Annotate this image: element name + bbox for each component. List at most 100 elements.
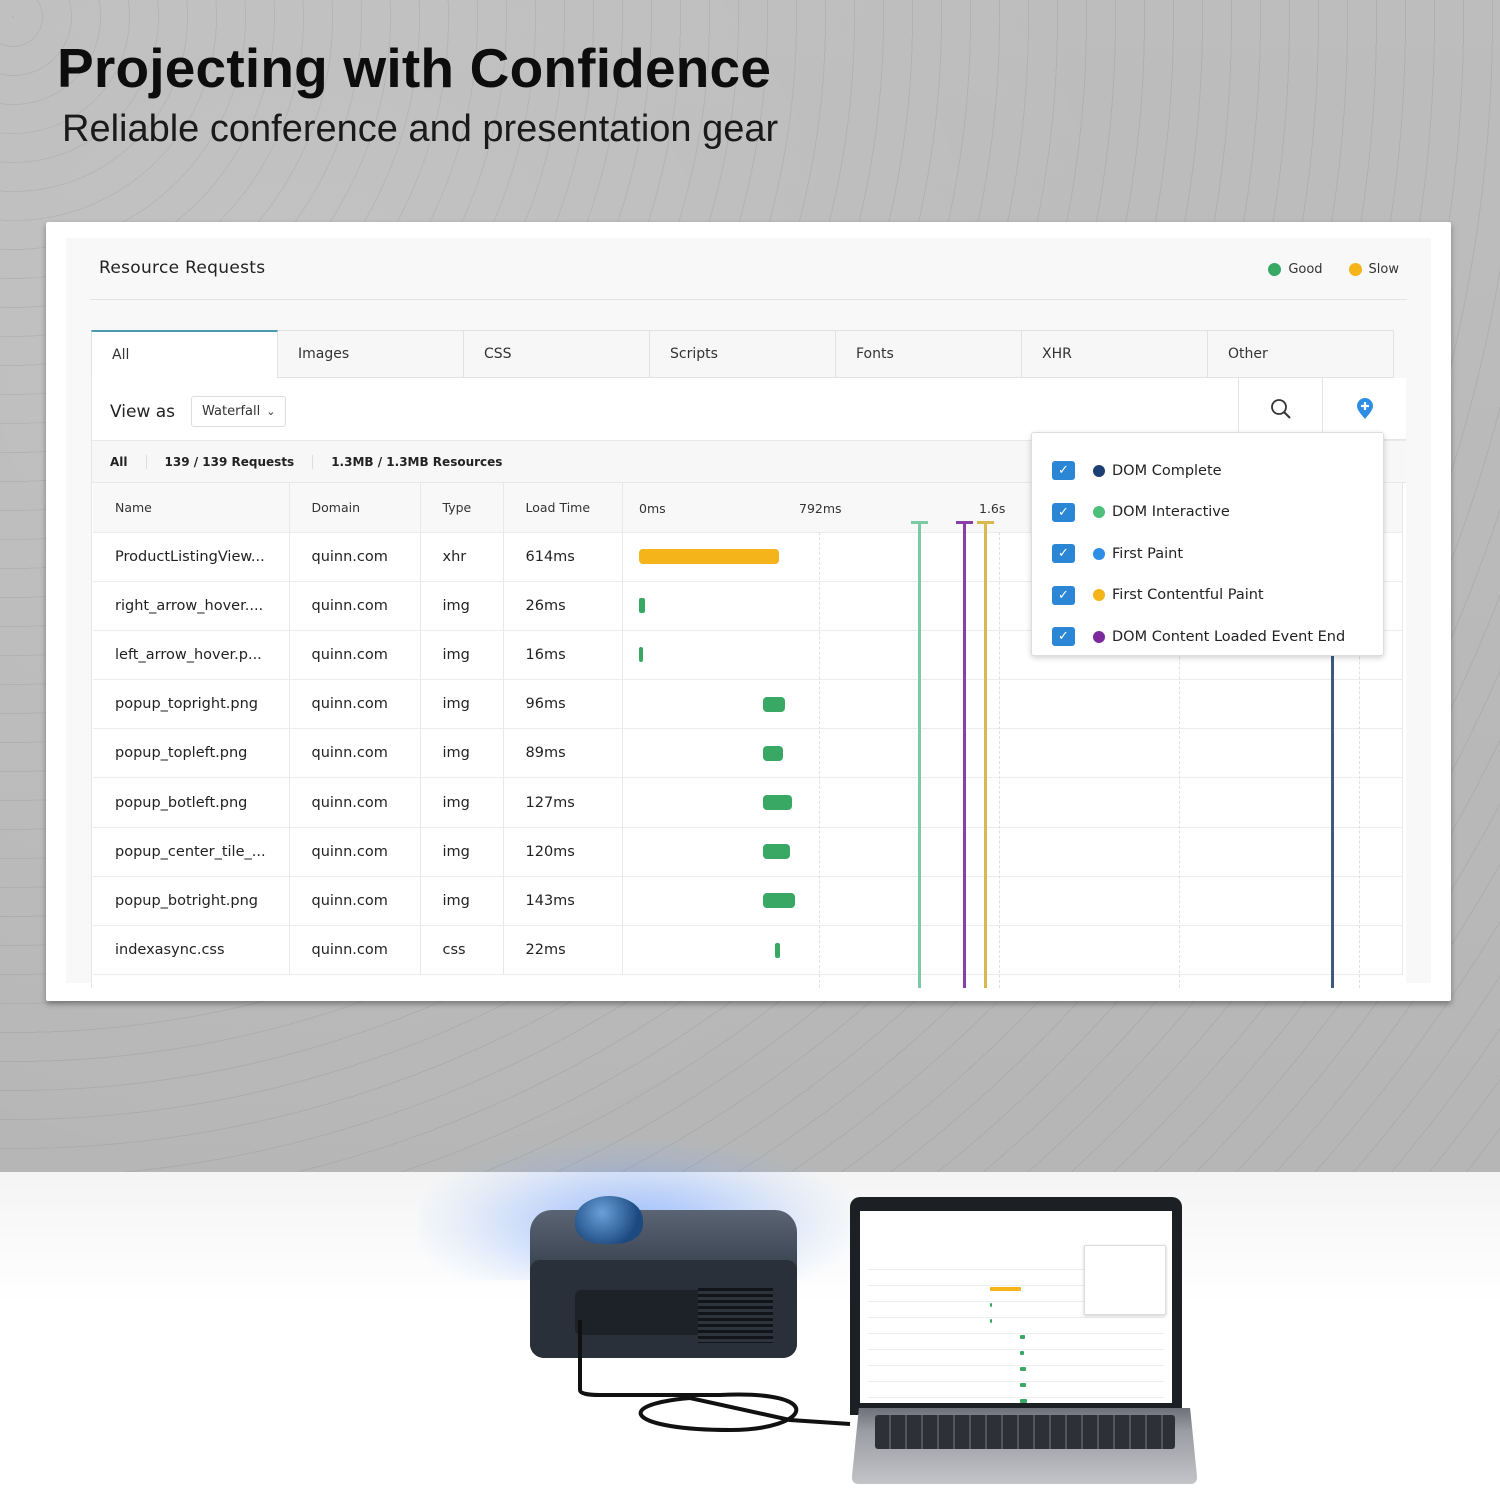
laptop-screen-mirror	[860, 1211, 1172, 1403]
marker-option[interactable]: ✓ First Paint	[1032, 533, 1383, 575]
cell-load-time: 120ms	[503, 827, 623, 877]
subheadline: Reliable conference and presentation gea…	[62, 108, 779, 150]
marker-option[interactable]: ✓ DOM Content Loaded Event End	[1032, 616, 1383, 658]
tab-xhr[interactable]: XHR	[1022, 330, 1208, 378]
cell-waterfall	[622, 827, 1403, 877]
marker-option[interactable]: ✓ DOM Complete	[1032, 450, 1383, 492]
marker-option-label: First Paint	[1112, 545, 1184, 562]
mini-row-line	[868, 1317, 1164, 1318]
cell-type: img	[420, 777, 504, 828]
view-as-label: View as	[110, 401, 176, 422]
checkbox-checked-icon[interactable]: ✓	[1052, 627, 1075, 647]
column-header-load-time[interactable]: Load Time	[503, 483, 623, 533]
cell-load-time: 614ms	[503, 532, 623, 582]
view-mode-select[interactable]: Waterfall ⌄	[191, 396, 287, 427]
tab-images[interactable]: Images	[278, 330, 464, 378]
good-dot-icon	[1268, 263, 1282, 276]
cell-load-time: 96ms	[503, 679, 623, 730]
marker-option[interactable]: ✓ DOM Interactive	[1032, 492, 1383, 534]
mini-waterfall-bar	[1019, 1335, 1025, 1339]
view-as-control: View as Waterfall ⌄	[110, 396, 287, 427]
cell-name: left_arrow_hover.p...	[93, 630, 290, 681]
cell-waterfall	[622, 728, 1403, 779]
checkbox-checked-icon[interactable]: ✓	[1052, 502, 1075, 522]
column-header-domain[interactable]: Domain	[289, 483, 421, 533]
marker-option[interactable]: ✓ First Contentful Paint	[1032, 575, 1383, 617]
cell-load-time: 22ms	[503, 925, 623, 976]
summary-requests: 139 / 139 Requests	[165, 454, 314, 469]
cell-domain: quinn.com	[289, 630, 421, 681]
cell-type: img	[420, 581, 504, 631]
cell-type: img	[420, 630, 504, 681]
cell-load-time: 127ms	[503, 777, 623, 828]
markers-toggle-button[interactable]	[1322, 378, 1406, 440]
cell-name: indexasync.css	[93, 925, 290, 976]
map-pin-plus-icon	[1356, 397, 1373, 419]
cell-name: popup_botright.png	[93, 876, 290, 927]
cell-type: img	[420, 679, 504, 730]
cell-type: img	[420, 728, 504, 779]
tab-scripts[interactable]: Scripts	[650, 330, 836, 378]
cell-domain: quinn.com	[289, 876, 421, 927]
panel-title: Resource Requests	[99, 258, 266, 278]
mini-waterfall-bar	[990, 1319, 992, 1323]
search-icon	[1270, 399, 1291, 419]
marker-color-dot-icon	[1093, 589, 1105, 602]
cell-domain: quinn.com	[289, 925, 421, 976]
hdmi-cable	[578, 1320, 851, 1433]
marker-option-label: DOM Content Loaded Event End	[1112, 628, 1346, 645]
divider	[90, 299, 1407, 300]
cell-domain: quinn.com	[289, 532, 421, 582]
mini-row-line	[868, 1333, 1164, 1334]
cell-name: popup_topleft.png	[93, 728, 290, 779]
checkbox-checked-icon[interactable]: ✓	[1052, 461, 1075, 481]
column-header-type[interactable]: Type	[420, 483, 504, 533]
cell-domain: quinn.com	[289, 679, 421, 730]
cell-domain: quinn.com	[289, 728, 421, 779]
cell-waterfall	[622, 777, 1403, 828]
checkbox-checked-icon[interactable]: ✓	[1052, 544, 1075, 564]
tab-all[interactable]: All	[91, 330, 278, 378]
cell-type: img	[420, 827, 504, 877]
cell-name: ProductListingView...	[93, 532, 290, 582]
slow-dot-icon	[1348, 263, 1362, 276]
chevron-down-icon: ⌄	[266, 405, 276, 418]
legend-good: Good	[1268, 262, 1323, 277]
marker-option-label: DOM Interactive	[1112, 504, 1230, 521]
cell-load-time: 143ms	[503, 876, 623, 927]
legend-slow: Slow	[1348, 262, 1399, 277]
cell-load-time: 89ms	[503, 728, 623, 779]
search-button[interactable]	[1238, 378, 1322, 440]
table-row[interactable]: popup_topleft.png quinn.com img 89ms	[93, 728, 1403, 779]
summary-resources: 1.3MB / 1.3MB Resources	[331, 454, 503, 469]
mini-waterfall-bar	[1019, 1351, 1025, 1355]
cell-load-time: 16ms	[503, 630, 623, 681]
headline: Projecting with Confidence	[57, 37, 772, 99]
mini-markers-popover	[1084, 1245, 1166, 1315]
table-row[interactable]: indexasync.css quinn.com css 22ms	[93, 925, 1403, 976]
column-header-name[interactable]: Name	[93, 483, 290, 533]
summary-filter[interactable]: All	[110, 454, 147, 469]
mini-waterfall-bar	[1019, 1399, 1028, 1403]
markers-popover: ✓ DOM Complete ✓ DOM Interactive ✓ First Pain…	[1031, 432, 1384, 656]
cell-name: popup_botleft.png	[93, 777, 290, 828]
cell-domain: quinn.com	[289, 827, 421, 877]
cell-domain: quinn.com	[289, 581, 421, 631]
tab-other[interactable]: Other	[1208, 330, 1394, 378]
cell-domain: quinn.com	[289, 777, 421, 828]
cell-type: img	[420, 876, 504, 927]
table-row[interactable]: popup_botright.png quinn.com img 143ms	[93, 876, 1403, 927]
status-legend: Good Slow	[1268, 262, 1399, 277]
tab-fonts[interactable]: Fonts	[836, 330, 1022, 378]
table-row[interactable]: popup_botleft.png quinn.com img 127ms	[93, 777, 1403, 828]
tab-css[interactable]: CSS	[464, 330, 650, 378]
marker-color-dot-icon	[1093, 506, 1105, 519]
checkbox-checked-icon[interactable]: ✓	[1052, 585, 1075, 605]
mini-waterfall-bar	[990, 1303, 992, 1307]
marker-option-label: DOM Complete	[1112, 462, 1222, 479]
projector-lens	[575, 1196, 643, 1244]
marker-color-dot-icon	[1093, 547, 1105, 560]
table-row[interactable]: popup_topright.png quinn.com img 96ms	[93, 679, 1403, 730]
laptop-illustration	[850, 1197, 1182, 1415]
table-row[interactable]: popup_center_tile_... quinn.com img 120ms	[93, 827, 1403, 877]
